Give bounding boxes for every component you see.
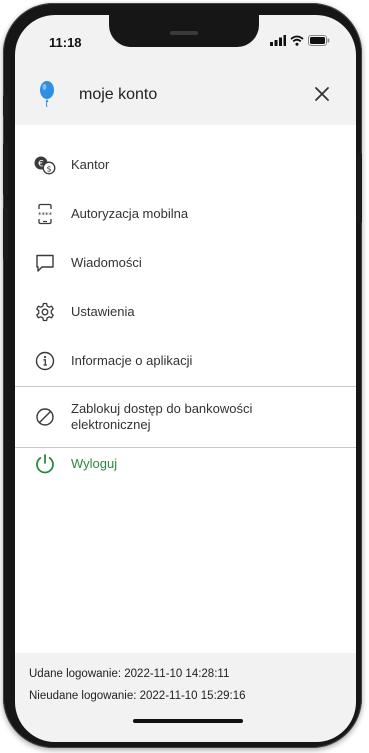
menu-item-logout[interactable]: Wyloguj — [15, 441, 356, 487]
status-icons — [270, 35, 330, 46]
menu-title: moje konto — [79, 86, 158, 103]
signal-icon — [270, 35, 286, 46]
battery-icon — [308, 35, 330, 46]
menu-item-mobile-authorization[interactable]: **** Autoryzacja mobilna — [15, 191, 356, 237]
power-icon — [34, 453, 56, 475]
menu-item-label: Wyloguj — [71, 456, 118, 471]
svg-text:$: $ — [46, 164, 51, 173]
menu-item-messages[interactable]: Wiadomości — [15, 240, 356, 286]
wifi-icon — [290, 35, 304, 46]
menu-item-label: Ustawienia — [71, 304, 135, 319]
menu-item-block-access[interactable]: Zablokuj dostęp do bankowości elektronic… — [15, 392, 356, 442]
menu-item-label: Zablokuj dostęp do bankowości elektronic… — [71, 401, 252, 433]
menu-item-kantor[interactable]: € $ Kantor — [15, 142, 356, 188]
menu-item-label: Wiadomości — [71, 255, 142, 270]
failed-login-text: Nieudane logowanie: 2022-11-10 15:29:16 — [29, 690, 246, 702]
block-icon — [34, 406, 56, 428]
svg-text:****: **** — [38, 211, 53, 219]
mute-switch — [3, 95, 8, 117]
screenshot-stage: 11:18 moje konto € $ Kantor **** Autoryz… — [0, 0, 369, 753]
menu-list: € $ Kantor **** Autoryzacja mobilna Wiad… — [15, 125, 356, 653]
volume-down-button — [3, 208, 8, 260]
menu-item-label-line2: elektronicznej — [71, 417, 151, 432]
home-indicator[interactable] — [133, 719, 243, 723]
settings-gear-icon — [34, 301, 56, 323]
currency-exchange-icon: € $ — [34, 154, 56, 176]
phone-screen: 11:18 moje konto € $ Kantor **** Autoryz… — [15, 15, 356, 742]
status-time: 11:18 — [49, 35, 82, 50]
notch — [109, 15, 259, 47]
menu-item-label-line1: Zablokuj dostęp do bankowości — [71, 401, 253, 416]
menu-item-app-info[interactable]: Informacje o aplikacji — [15, 338, 356, 384]
volume-up-button — [3, 143, 8, 195]
menu-item-label: Kantor — [71, 157, 110, 172]
menu-item-label: Informacje o aplikacji — [71, 353, 193, 368]
menu-item-settings[interactable]: Ustawienia — [15, 289, 356, 335]
menu-item-label: Autoryzacja mobilna — [71, 206, 189, 221]
messages-icon — [34, 252, 56, 274]
balloon-logo-icon — [40, 81, 54, 107]
phone-frame: 11:18 moje konto € $ Kantor **** Autoryz… — [3, 3, 362, 748]
menu-header: moje konto — [15, 67, 356, 122]
notch-speaker — [170, 31, 198, 35]
power-side-button — [357, 153, 362, 223]
info-icon — [34, 350, 56, 372]
close-icon — [315, 87, 329, 101]
mobile-authorization-icon: **** — [34, 203, 56, 225]
login-info: Udane logowanie: 2022-11-10 14:28:11 Nie… — [29, 663, 246, 707]
close-button[interactable] — [309, 81, 335, 107]
successful-login-text: Udane logowanie: 2022-11-10 14:28:11 — [29, 668, 230, 680]
